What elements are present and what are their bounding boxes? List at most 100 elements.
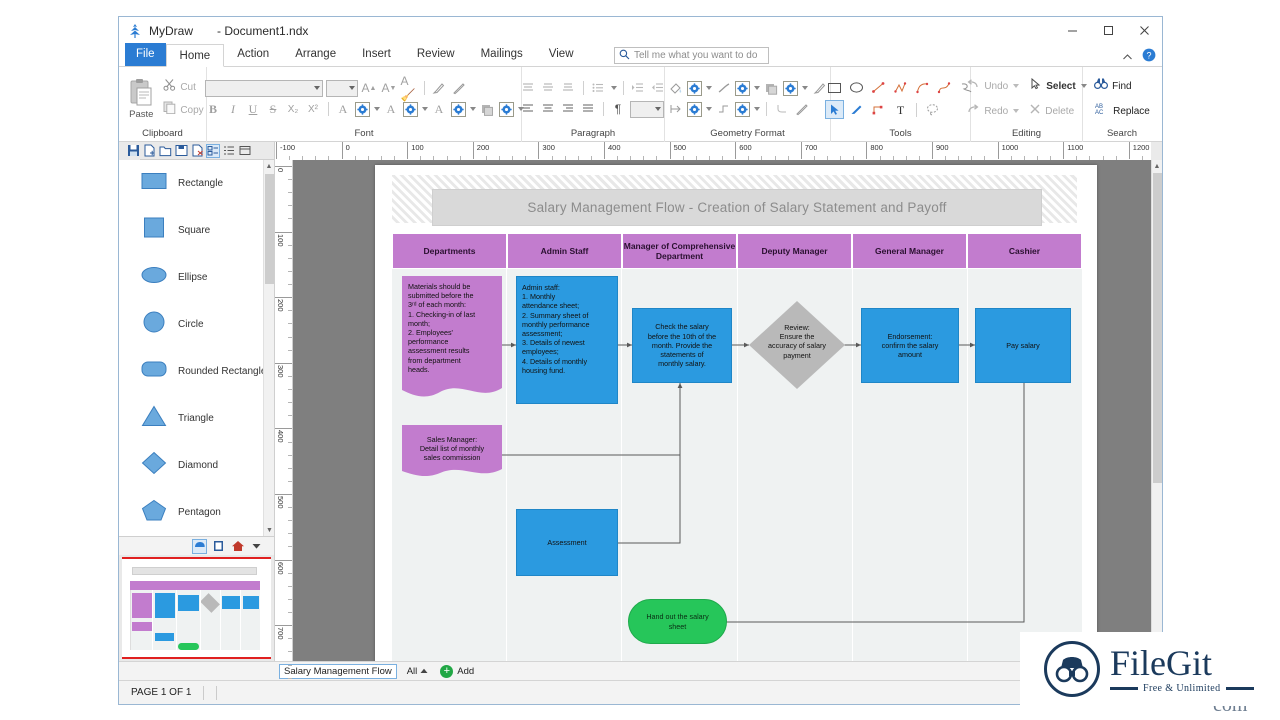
canvas-vertical-scrollbar[interactable]: ▲ ▼ [1151, 160, 1162, 661]
clear-formatting-icon[interactable]: A🧹 [401, 80, 418, 97]
delete-label[interactable]: Delete [1045, 106, 1074, 117]
tab-view[interactable]: View [536, 43, 587, 66]
scroll-up-arrow-icon[interactable]: ▲ [264, 160, 274, 172]
sheet-all-button[interactable]: All [407, 666, 429, 677]
maximize-button[interactable] [1090, 17, 1126, 44]
list-view-icon[interactable] [222, 144, 236, 158]
chevron-down-icon[interactable] [754, 86, 760, 90]
text-fill-settings-icon[interactable] [451, 102, 466, 117]
redo-label[interactable]: Redo [984, 106, 1008, 117]
grow-font-icon[interactable]: A▲ [361, 80, 378, 97]
shadow-settings-icon[interactable] [783, 81, 798, 96]
chevron-down-icon[interactable] [706, 107, 712, 111]
chevron-down-icon[interactable] [1013, 84, 1019, 88]
format-painter-pen-icon[interactable] [431, 80, 448, 97]
paste-button[interactable]: Paste [121, 78, 161, 120]
shrink-font-icon[interactable]: A▼ [381, 80, 398, 97]
chevron-down-icon[interactable] [374, 107, 380, 111]
font-color-settings-icon[interactable] [355, 102, 370, 117]
tool-arc-icon[interactable] [913, 78, 932, 97]
close-file-icon[interactable] [190, 144, 204, 158]
subscript-button[interactable]: X₂ [285, 101, 302, 118]
tool-rectangle-icon[interactable] [825, 78, 844, 97]
node-n7[interactable]: Sales Manager: Detail list of monthly sa… [402, 425, 502, 481]
diagram-page[interactable]: Salary Management Flow - Creation of Sal… [375, 165, 1097, 661]
format-painter-brush-icon[interactable] [451, 80, 468, 97]
page-view-icon[interactable] [211, 539, 226, 554]
chevron-down-icon[interactable] [802, 86, 808, 90]
corner-radius-icon[interactable] [773, 101, 790, 118]
shape-item-pentagon[interactable]: Pentagon [119, 489, 274, 536]
diagram-canvas[interactable]: Salary Management Flow - Creation of Sal… [293, 160, 1162, 661]
justify-icon[interactable] [580, 101, 597, 118]
geometry-brush-icon[interactable] [793, 101, 810, 118]
chevron-down-icon[interactable] [1013, 109, 1019, 113]
lane-header-admin-staff[interactable]: Admin Staff [507, 233, 622, 269]
page-thumbnail[interactable] [122, 557, 271, 659]
text-outline-settings-icon[interactable] [403, 102, 418, 117]
node-n5[interactable]: Endorsement: confirm the salary amount [861, 308, 959, 383]
tool-polyline-icon[interactable] [891, 78, 910, 97]
underline-button[interactable]: U [245, 101, 262, 118]
shadow-style-icon[interactable] [763, 80, 780, 97]
connector-style-icon[interactable] [715, 101, 732, 118]
fill-settings-icon[interactable] [687, 81, 702, 96]
lane-header-manager-comprehensive-department[interactable]: Manager of Comprehensive Department [622, 233, 737, 269]
begin-arrow-icon[interactable] [667, 101, 684, 118]
align-bottom-icon[interactable] [560, 80, 577, 97]
minimize-button[interactable] [1054, 17, 1090, 44]
delete-icon[interactable] [1029, 102, 1041, 120]
tab-action[interactable]: Action [224, 43, 282, 66]
align-top-icon[interactable] [520, 80, 537, 97]
chevron-down-icon[interactable] [422, 107, 428, 111]
node-n8[interactable]: Assessment [516, 509, 618, 576]
font-size-combo[interactable] [326, 80, 358, 97]
cut-button[interactable]: Cut [163, 78, 203, 96]
text-shadow-settings-icon[interactable] [499, 102, 514, 117]
text-fill-icon[interactable]: A [431, 101, 448, 118]
tell-me-search-box[interactable]: Tell me what you want to do [614, 47, 769, 64]
shape-item-square[interactable]: Square [119, 207, 274, 254]
tool-node-edit-icon[interactable] [869, 100, 888, 119]
save-icon[interactable] [126, 144, 140, 158]
canvas-scrollbar-thumb[interactable] [1153, 173, 1162, 483]
shape-item-diamond[interactable]: Diamond [119, 442, 274, 489]
line-style-icon[interactable] [715, 80, 732, 97]
shape-item-ellipse[interactable]: Ellipse [119, 254, 274, 301]
align-center-icon[interactable] [540, 101, 557, 118]
bullet-list-icon[interactable] [590, 80, 607, 97]
chevron-down-icon[interactable] [611, 86, 617, 90]
page-thumbnail-panel[interactable] [119, 555, 274, 661]
tab-insert[interactable]: Insert [349, 43, 404, 66]
horizontal-ruler[interactable]: -100010020030040050060070080090010001100… [275, 142, 1151, 160]
font-color-icon[interactable]: A [335, 101, 352, 118]
chevron-down-icon[interactable] [249, 539, 264, 554]
align-left-icon[interactable] [520, 101, 537, 118]
line-settings-icon[interactable] [735, 81, 750, 96]
sheet-tab-salary-management-flow[interactable]: Salary Management Flow [279, 664, 397, 679]
align-right-icon[interactable] [560, 101, 577, 118]
chevron-down-icon[interactable] [706, 86, 712, 90]
fill-color-icon[interactable] [667, 80, 684, 97]
strikethrough-button[interactable]: S [265, 101, 282, 118]
text-shadow-icon[interactable] [479, 101, 496, 118]
chevron-up-icon[interactable] [1122, 49, 1133, 67]
tab-review[interactable]: Review [404, 43, 468, 66]
node-n3[interactable]: Check the salary before the 10th of the … [632, 308, 732, 383]
superscript-button[interactable]: X² [305, 101, 322, 118]
shapes-view-icon[interactable] [206, 144, 220, 158]
help-icon[interactable]: ? [1142, 48, 1156, 67]
close-button[interactable] [1126, 17, 1162, 44]
node-n6[interactable]: Pay salary [975, 308, 1071, 383]
chevron-down-icon[interactable] [470, 107, 476, 111]
font-family-combo[interactable] [205, 80, 323, 97]
tab-mailings[interactable]: Mailings [468, 43, 536, 66]
text-outline-icon[interactable]: A [383, 101, 400, 118]
redo-icon[interactable] [966, 102, 980, 120]
panel-view-icon[interactable] [238, 144, 252, 158]
tool-pencil-icon[interactable] [847, 100, 866, 119]
align-middle-icon[interactable] [540, 80, 557, 97]
tool-ellipse-icon[interactable] [847, 78, 866, 97]
vertical-ruler[interactable]: 0100200300400500600700 [275, 160, 293, 661]
node-n1[interactable]: Materials should be submitted before the… [402, 276, 502, 404]
